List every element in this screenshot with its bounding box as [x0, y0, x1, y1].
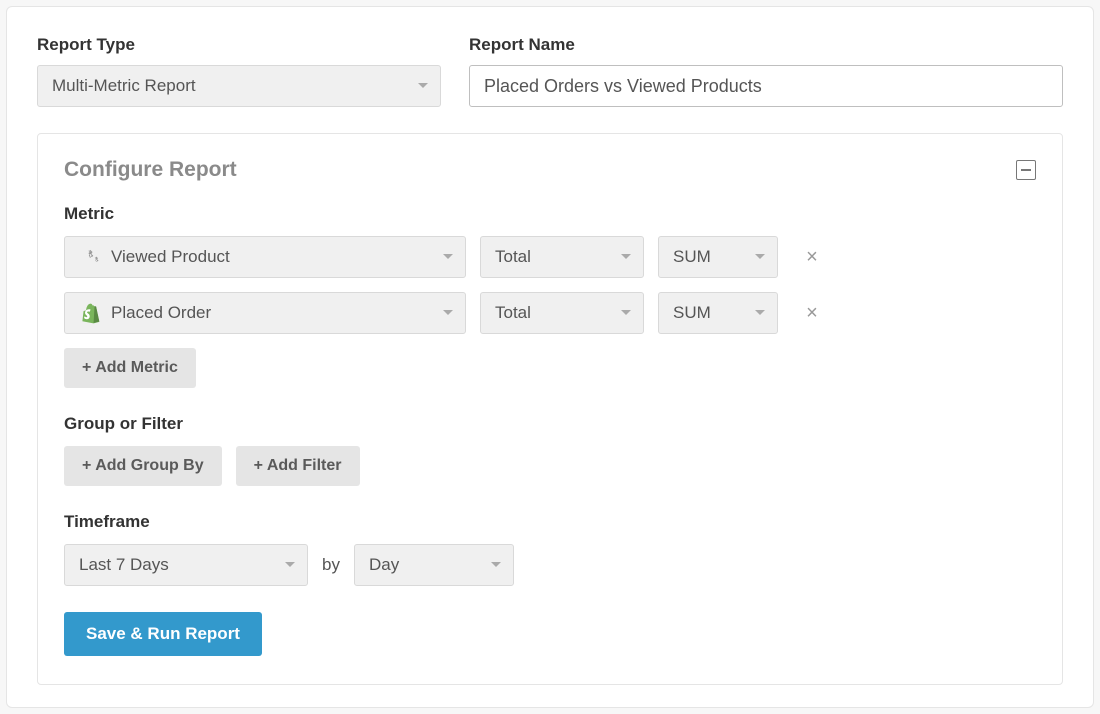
chevron-down-icon [285, 562, 295, 568]
interval-value: Day [369, 555, 399, 575]
chevron-down-icon [491, 562, 501, 568]
aggregation-value: Total [495, 303, 531, 323]
function-select[interactable]: SUM [658, 292, 778, 334]
metric-name: Viewed Product [111, 247, 435, 267]
configure-report-panel: Configure Report Metric Viewed Product T… [37, 133, 1063, 685]
aggregation-select[interactable]: Total [480, 236, 644, 278]
add-group-by-button[interactable]: + Add Group By [64, 446, 222, 486]
metric-row: Placed Order Total SUM [64, 292, 1036, 334]
report-type-label: Report Type [37, 35, 441, 55]
remove-metric-icon[interactable]: × [800, 303, 824, 323]
timeframe-label: Timeframe [64, 512, 1036, 532]
function-select[interactable]: SUM [658, 236, 778, 278]
group-filter-label: Group or Filter [64, 414, 1036, 434]
chevron-down-icon [621, 254, 631, 260]
timeframe-select[interactable]: Last 7 Days [64, 544, 308, 586]
metric-label: Metric [64, 204, 1036, 224]
chevron-down-icon [443, 254, 453, 260]
chevron-down-icon [418, 83, 428, 89]
timeframe-value: Last 7 Days [79, 555, 169, 575]
metric-select[interactable]: Viewed Product [64, 236, 466, 278]
report-type-select[interactable]: Multi-Metric Report [37, 65, 441, 107]
top-row: Report Type Multi-Metric Report Report N… [37, 35, 1063, 107]
gears-icon [77, 247, 105, 267]
chevron-down-icon [755, 310, 765, 316]
add-filter-button[interactable]: + Add Filter [236, 446, 360, 486]
report-name-label: Report Name [469, 35, 1063, 55]
report-builder-card: Report Type Multi-Metric Report Report N… [6, 6, 1094, 708]
aggregation-value: Total [495, 247, 531, 267]
metric-select[interactable]: Placed Order [64, 292, 466, 334]
timeframe-section: Timeframe Last 7 Days by Day [64, 512, 1036, 586]
metric-section: Metric Viewed Product Total [64, 204, 1036, 388]
report-type-value: Multi-Metric Report [52, 76, 196, 96]
aggregation-select[interactable]: Total [480, 292, 644, 334]
function-value: SUM [673, 303, 711, 323]
by-label: by [322, 555, 340, 575]
interval-select[interactable]: Day [354, 544, 514, 586]
chevron-down-icon [443, 310, 453, 316]
add-metric-button[interactable]: + Add Metric [64, 348, 196, 388]
metric-name: Placed Order [111, 303, 435, 323]
shopify-icon [77, 302, 105, 324]
collapse-icon[interactable] [1016, 160, 1036, 180]
metric-row: Viewed Product Total SUM [64, 236, 1036, 278]
save-run-report-button[interactable]: Save & Run Report [64, 612, 262, 656]
function-value: SUM [673, 247, 711, 267]
chevron-down-icon [621, 310, 631, 316]
remove-metric-icon[interactable]: × [800, 247, 824, 267]
group-filter-section: Group or Filter + Add Group By + Add Fil… [64, 414, 1036, 486]
configure-report-title: Configure Report [64, 158, 237, 182]
chevron-down-icon [755, 254, 765, 260]
report-name-input[interactable] [469, 65, 1063, 107]
